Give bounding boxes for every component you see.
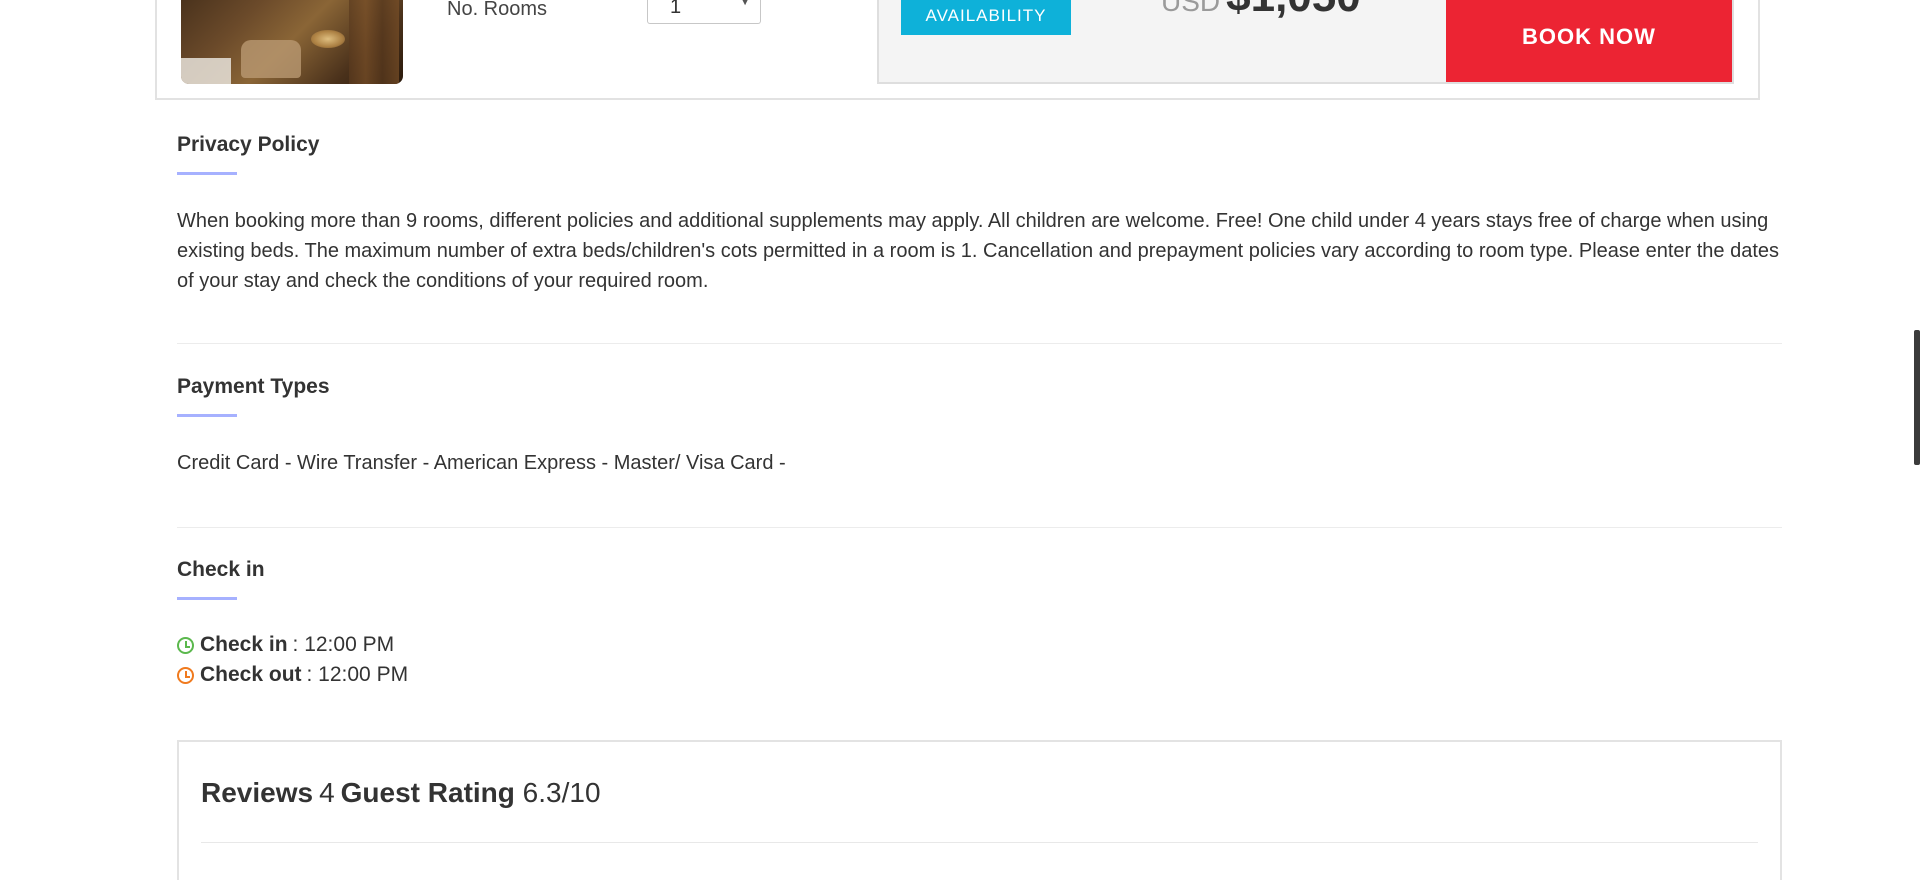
section-divider — [177, 343, 1782, 344]
price-amount: $1,050 — [1226, 0, 1361, 21]
checkout-time-row: Check out : 12:00 PM — [177, 660, 1782, 690]
reviews-divider — [201, 842, 1758, 843]
book-now-button[interactable]: BOOK NOW — [1446, 0, 1732, 82]
page-scrollbar-thumb[interactable] — [1914, 330, 1920, 465]
title-underline — [177, 597, 237, 600]
reviews-heading: Reviews 4 Guest Rating 6.3/10 — [201, 777, 601, 809]
room-photo-chair — [241, 40, 301, 78]
clock-icon — [177, 666, 194, 684]
privacy-policy-text: When booking more than 9 rooms, differen… — [177, 210, 1780, 292]
room-photo-bed — [181, 58, 231, 84]
title-underline — [177, 414, 237, 417]
checkout-label: Check out — [200, 663, 302, 686]
availability-button[interactable]: AVAILABILITY — [901, 0, 1071, 35]
caret-down-icon: ▼ — [738, 0, 752, 8]
room-photo-lamp — [311, 30, 345, 48]
reviews-count: 4 — [319, 777, 335, 808]
privacy-policy-section: Privacy Policy When booking more than 9 … — [177, 130, 1782, 296]
room-price: USD $1,050 — [1161, 0, 1361, 22]
room-photo-curtain — [349, 0, 399, 84]
price-panel: AVAILABILITY USD $1,050 BOOK NOW — [877, 0, 1734, 84]
privacy-policy-title: Privacy Policy — [177, 133, 320, 156]
guest-rating-label: Guest Rating — [340, 777, 515, 808]
checkout-time: : 12:00 PM — [306, 663, 409, 686]
rooms-count-select[interactable]: 1 ▼ — [647, 0, 761, 24]
reviews-box: Reviews 4 Guest Rating 6.3/10 — [177, 740, 1782, 880]
reviews-label: Reviews — [201, 777, 314, 808]
payment-types-text: Credit Card - Wire Transfer - American E… — [177, 452, 786, 474]
checkin-title: Check in — [177, 558, 265, 581]
guest-rating-value: 6.3/10 — [522, 777, 601, 808]
checkin-section: Check in Check in : 12:00 PM Check out :… — [177, 555, 1782, 690]
checkin-time: : 12:00 PM — [292, 633, 395, 656]
room-card: No. Rooms 1 ▼ AVAILABILITY USD $1,050 BOO… — [155, 0, 1760, 100]
payment-types-title: Payment Types — [177, 375, 330, 398]
rooms-count-value: 1 — [670, 0, 682, 18]
clock-icon — [177, 636, 194, 654]
checkin-time-row: Check in : 12:00 PM — [177, 630, 1782, 660]
title-underline — [177, 172, 237, 175]
room-photo[interactable] — [181, 0, 403, 84]
price-currency: USD — [1161, 0, 1221, 17]
checkin-label: Check in — [200, 633, 288, 656]
payment-types-section: Payment Types Credit Card - Wire Transfe… — [177, 372, 1782, 478]
section-divider — [177, 527, 1782, 528]
rooms-count-label: No. Rooms — [447, 0, 548, 20]
